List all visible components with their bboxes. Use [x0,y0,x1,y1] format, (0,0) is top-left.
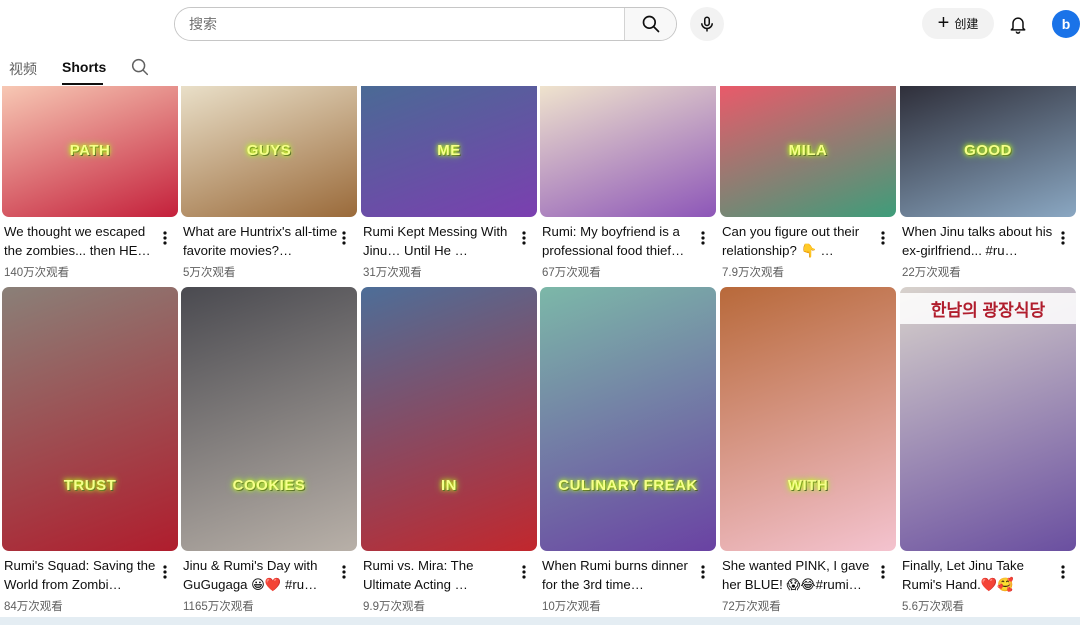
view-count: 10万次观看 [542,601,601,613]
bell-icon [1010,17,1026,34]
more-vertical-icon [701,231,705,245]
thumbnail-caption: TRUST [63,477,117,494]
short-title[interactable]: When Rumi burns dinner for the 3rd time… [542,557,698,594]
more-vertical-icon [163,231,167,245]
tab-videos[interactable]: 视频 [9,59,37,79]
more-vertical-icon [522,565,526,579]
more-actions-button[interactable] [337,229,351,247]
more-vertical-icon [342,231,346,245]
short-title[interactable]: Rumi vs. Mira: The Ultimate Acting … [363,557,519,594]
thumbnail-caption: ME [437,142,461,159]
short-title[interactable]: What are Huntrix's all-time favorite mov… [183,223,339,260]
short-title[interactable]: Jinu & Rumi's Day with GuGugaga 😀❤️ #ru… [183,557,339,594]
avatar[interactable]: b [1052,10,1080,38]
thumbnail-caption: GUYS [246,142,292,159]
view-count: 22万次观看 [902,267,961,279]
short-title[interactable]: Finally, Let Jinu Take Rumi's Hand.❤️🥰 [902,557,1058,594]
notifications-button[interactable] [1004,10,1032,38]
short-thumbnail[interactable] [540,86,716,217]
view-count: 7.9万次观看 [722,267,784,279]
more-vertical-icon [1061,231,1065,245]
more-vertical-icon [163,565,167,579]
more-vertical-icon [701,565,705,579]
shop-sign: 한남의 광장식당 [900,293,1076,324]
more-vertical-icon [881,231,885,245]
short-thumbnail[interactable]: MILA [720,86,896,217]
more-vertical-icon [881,565,885,579]
short-thumbnail[interactable]: TRUST [2,287,178,551]
channel-tabs: 视频 Shorts [0,48,1080,86]
short-title[interactable]: Can you figure out their relationship? 👇… [722,223,878,260]
short-thumbnail[interactable]: 한남의 광장식당 [900,287,1076,551]
short-thumbnail[interactable]: CULINARY FREAK [540,287,716,551]
bottom-scroll-edge [0,617,1080,625]
short-thumbnail[interactable]: PATH [2,86,178,217]
thumbnail-caption: CULINARY FREAK [558,477,698,494]
voice-search-button[interactable] [690,7,724,41]
view-count: 5.6万次观看 [902,601,964,613]
short-thumbnail[interactable]: COOKIES [181,287,357,551]
view-count: 31万次观看 [363,267,422,279]
thumbnail-caption: COOKIES [232,477,306,494]
top-bar: + 创建 b [0,0,1080,48]
short-title[interactable]: She wanted PINK, I gave her BLUE! 😱😂#rum… [722,557,878,594]
short-thumbnail[interactable]: WITH [720,287,896,551]
thumbnail-caption: PATH [69,142,111,159]
more-actions-button[interactable] [517,563,531,581]
thumbnail-caption: GOOD [964,142,1012,159]
search-input[interactable] [175,8,624,40]
create-label: 创建 [954,17,979,31]
view-count: 67万次观看 [542,267,601,279]
view-count: 84万次观看 [4,601,63,613]
view-count: 9.9万次观看 [363,601,425,613]
channel-search-button[interactable] [129,56,151,78]
more-vertical-icon [342,565,346,579]
thumbnail-caption: WITH [787,477,829,494]
active-tab-indicator [62,83,103,85]
short-title[interactable]: Rumi: My boyfriend is a professional foo… [542,223,698,260]
thumbnail-caption: IN [441,477,457,494]
more-vertical-icon [522,231,526,245]
view-count: 5万次观看 [183,267,236,279]
short-title[interactable]: When Jinu talks about his ex-girlfriend.… [902,223,1058,260]
more-actions-button[interactable] [1056,229,1070,247]
more-actions-button[interactable] [158,229,172,247]
more-actions-button[interactable] [1056,563,1070,581]
microphone-icon [701,16,713,32]
more-actions-button[interactable] [696,563,710,581]
view-count: 140万次观看 [4,267,70,279]
more-actions-button[interactable] [876,229,890,247]
more-actions-button[interactable] [876,563,890,581]
view-count: 72万次观看 [722,601,781,613]
short-thumbnail[interactable]: ME [361,86,537,217]
create-button[interactable]: + 创建 [922,8,994,39]
tab-shorts[interactable]: Shorts [62,59,106,75]
search-button[interactable] [624,8,676,40]
short-title[interactable]: We thought we escaped the zombies... the… [4,223,160,260]
search-icon [131,58,149,76]
more-actions-button[interactable] [517,229,531,247]
view-count: 1165万次观看 [183,601,254,613]
more-actions-button[interactable] [158,563,172,581]
more-vertical-icon [1061,565,1065,579]
thumbnail-caption: MILA [788,142,828,159]
short-thumbnail[interactable]: GUYS [181,86,357,217]
more-actions-button[interactable] [337,563,351,581]
short-title[interactable]: Rumi Kept Messing With Jinu… Until He … [363,223,519,260]
short-thumbnail[interactable]: GOOD [900,86,1076,217]
short-title[interactable]: Rumi's Squad: Saving the World from Zomb… [4,557,160,594]
search-icon [642,15,659,33]
plus-icon: + [937,11,950,34]
search-bar [174,7,677,41]
short-thumbnail[interactable]: IN [361,287,537,551]
more-actions-button[interactable] [696,229,710,247]
